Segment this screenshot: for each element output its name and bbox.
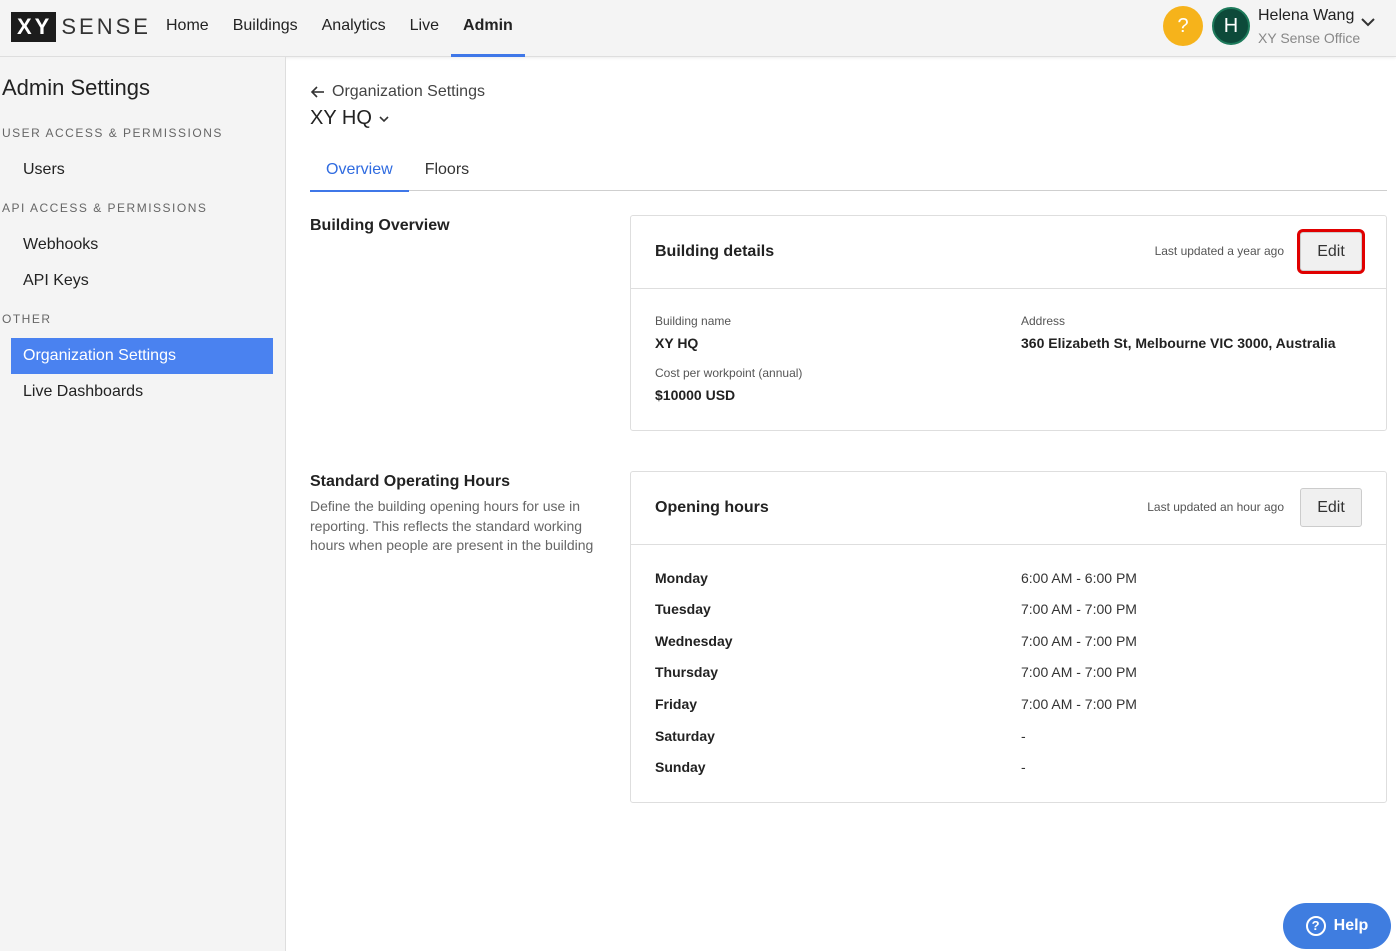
xy-sense-logo[interactable]: XY SENSE	[11, 12, 151, 42]
cost-value: $10000 USD	[655, 387, 736, 403]
card-header: Opening hours Last updated an hour ago E…	[631, 472, 1386, 545]
card-title: Opening hours	[655, 499, 769, 516]
admin-sidebar: Admin Settings USER ACCESS & PERMISSIONS…	[0, 57, 286, 951]
logo-box: XY	[11, 12, 57, 42]
hours-value: -	[1021, 728, 1026, 744]
card-header: Building details Last updated a year ago…	[631, 216, 1386, 289]
sidebar-item-api-keys[interactable]: API Keys	[11, 263, 273, 299]
day-label: Monday	[655, 570, 708, 586]
hours-value: 7:00 AM - 7:00 PM	[1021, 601, 1137, 617]
building-overview-heading: Building Overview	[310, 217, 450, 234]
sidebar-section-api-access: API ACCESS & PERMISSIONS	[2, 201, 208, 215]
cost-label: Cost per workpoint (annual)	[655, 366, 803, 380]
logo-text: SENSE	[61, 14, 151, 39]
sidebar-item-users[interactable]: Users	[11, 152, 273, 188]
nav-buildings[interactable]: Buildings	[221, 0, 310, 57]
building-title: XY HQ	[310, 107, 372, 129]
day-label: Tuesday	[655, 601, 711, 617]
building-selector[interactable]: XY HQ	[310, 107, 390, 130]
day-label: Saturday	[655, 728, 715, 744]
help-button-label: Help	[1333, 917, 1369, 934]
tab-floors[interactable]: Floors	[409, 150, 485, 191]
user-name[interactable]: Helena Wang	[1258, 7, 1354, 25]
opening-hours-card: Opening hours Last updated an hour ago E…	[630, 471, 1387, 803]
nav-live[interactable]: Live	[398, 0, 451, 57]
sidebar-item-organization-settings[interactable]: Organization Settings	[11, 338, 273, 374]
address-value: 360 Elizabeth St, Melbourne VIC 3000, Au…	[1021, 335, 1336, 351]
arrow-left-icon	[310, 86, 324, 98]
operating-hours-description: Define the building opening hours for us…	[310, 498, 594, 553]
help-circle-icon: ?	[1305, 916, 1326, 936]
sidebar-item-live-dashboards[interactable]: Live Dashboards	[11, 374, 273, 410]
edit-opening-hours-button[interactable]: Edit	[1300, 488, 1362, 527]
building-details-card: Building details Last updated a year ago…	[630, 215, 1387, 431]
nav-admin[interactable]: Admin	[451, 0, 525, 57]
card-title: Building details	[655, 243, 775, 260]
operating-hours-heading: Standard Operating Hours	[310, 473, 511, 490]
sidebar-section-user-access: USER ACCESS & PERMISSIONS	[2, 126, 223, 140]
nav-home[interactable]: Home	[154, 0, 221, 57]
day-label: Friday	[655, 696, 698, 712]
hours-value: 7:00 AM - 7:00 PM	[1021, 664, 1137, 680]
sidebar-title: Admin Settings	[2, 75, 150, 100]
nav-analytics[interactable]: Analytics	[310, 0, 398, 57]
tab-bar: Overview Floors	[310, 150, 1387, 192]
hours-value: 7:00 AM - 7:00 PM	[1021, 696, 1137, 712]
sidebar-item-webhooks[interactable]: Webhooks	[11, 227, 273, 263]
tab-overview[interactable]: Overview	[310, 150, 409, 192]
building-name-value: XY HQ	[655, 335, 699, 351]
help-question-icon[interactable]: ?	[1163, 6, 1203, 46]
help-button[interactable]: ? Help	[1283, 903, 1391, 949]
edit-building-details-button[interactable]: Edit	[1300, 232, 1362, 271]
chevron-down-icon[interactable]	[1360, 14, 1376, 30]
chevron-down-icon	[379, 115, 389, 122]
main-nav: Home Buildings Analytics Live Admin	[154, 0, 525, 57]
day-label: Thursday	[655, 664, 719, 680]
user-org: XY Sense Office	[1258, 30, 1361, 46]
day-label: Sunday	[655, 759, 706, 775]
back-link[interactable]: Organization Settings	[310, 82, 485, 102]
top-nav-bar: XY SENSE Home Buildings Analytics Live A…	[0, 0, 1396, 57]
last-updated-text: Last updated a year ago	[1154, 244, 1284, 258]
hours-value: 7:00 AM - 7:00 PM	[1021, 633, 1137, 649]
building-name-label: Building name	[655, 314, 732, 328]
back-link-label: Organization Settings	[332, 83, 485, 100]
hours-value: -	[1021, 759, 1026, 775]
last-updated-text: Last updated an hour ago	[1147, 500, 1284, 514]
avatar[interactable]: H	[1212, 7, 1250, 45]
address-label: Address	[1021, 314, 1066, 328]
day-label: Wednesday	[655, 633, 733, 649]
sidebar-section-other: OTHER	[2, 312, 52, 326]
hours-value: 6:00 AM - 6:00 PM	[1021, 570, 1137, 586]
